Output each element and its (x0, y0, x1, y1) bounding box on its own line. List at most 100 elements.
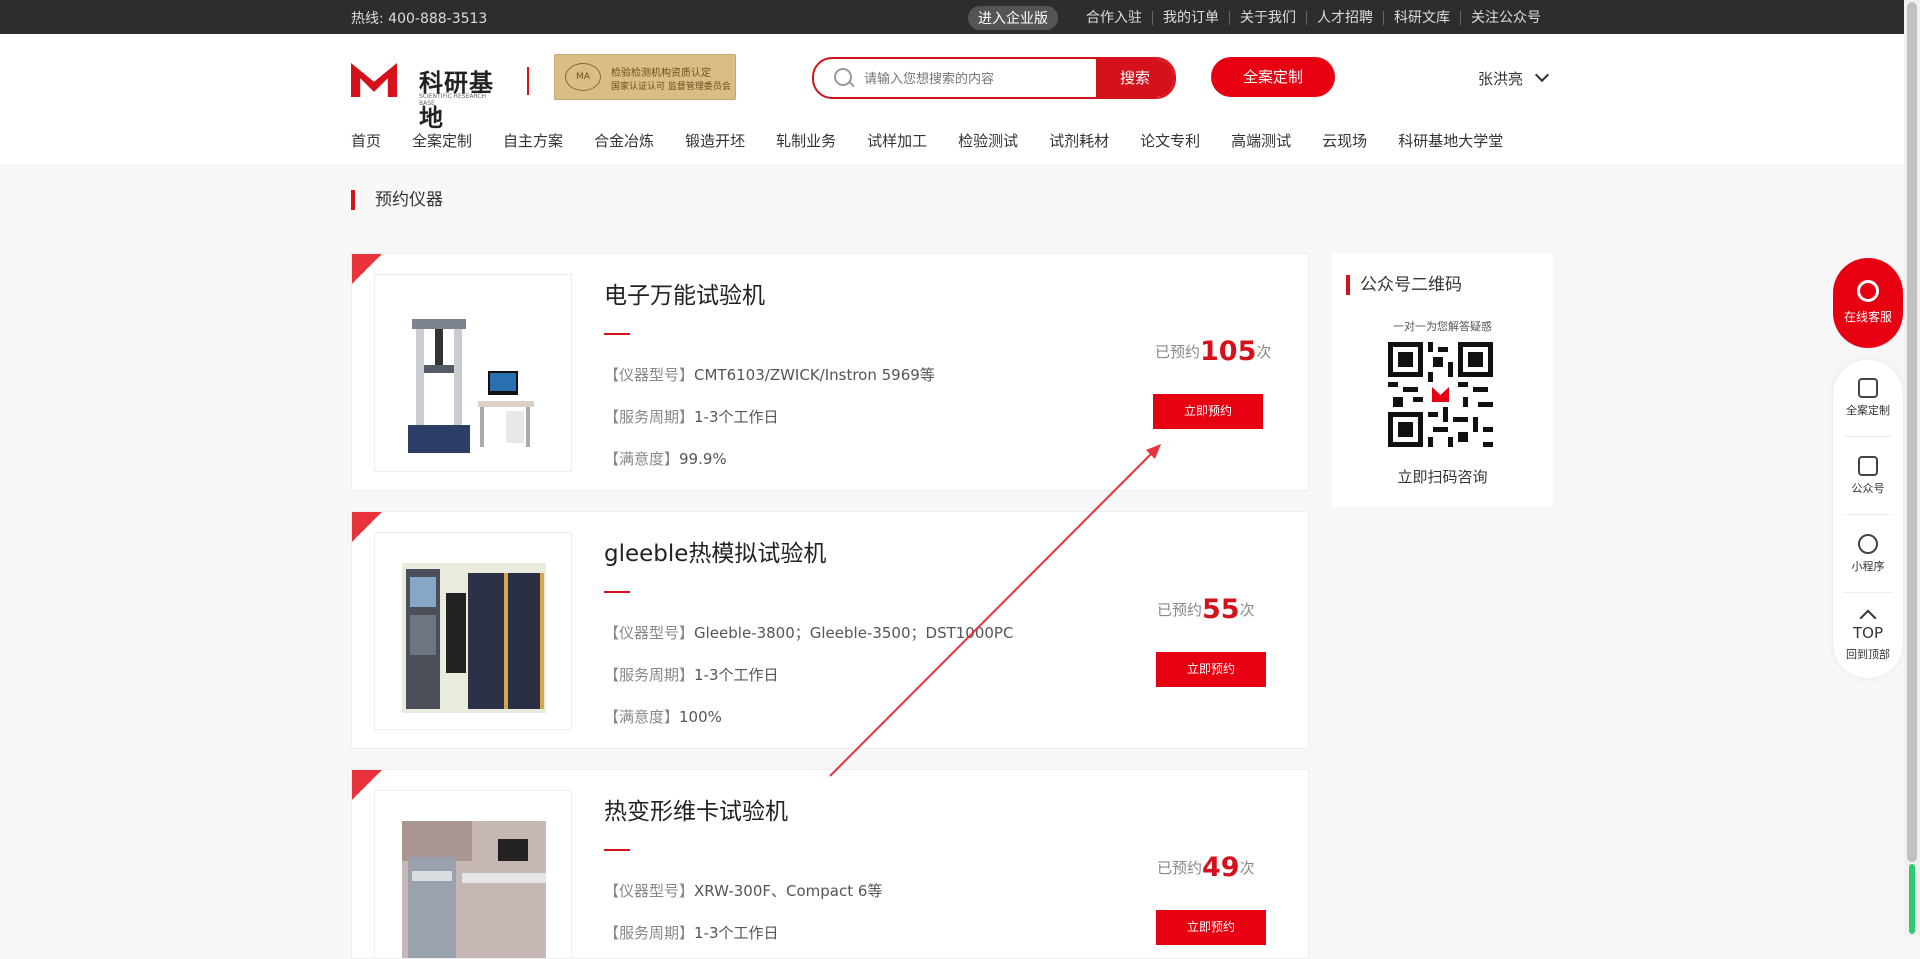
model-value: XRW-300F、Compact 6等 (694, 882, 883, 900)
product-image[interactable] (374, 790, 572, 958)
product-card: HOT 电子万能试验机 【仪器型号】CMT6103/ZWICK/Instron … (351, 253, 1309, 491)
book-now-button[interactable]: 立即预约 (1153, 394, 1263, 429)
period-value: 1-3个工作日 (694, 924, 779, 942)
search-button[interactable]: 搜索 (1096, 59, 1174, 97)
top-bar: 热线: 400-888-3513 进入企业版 合作入驻 我的订单 关于我们 人才… (0, 0, 1904, 34)
product-satisfaction: 【满意度】100% (604, 706, 722, 727)
logo-divider (527, 67, 529, 95)
logo-subtext: SCIENTIFIC RESEARCH BASE (419, 93, 487, 107)
float-item-wechat[interactable]: 公众号 (1833, 456, 1903, 496)
back-to-top-button[interactable]: TOP 回到顶部 (1833, 608, 1903, 662)
nav-item-machining[interactable]: 试样加工 (867, 130, 927, 151)
logo-mark-icon (351, 63, 397, 97)
nav-item-custom[interactable]: 全案定制 (412, 130, 472, 151)
chevron-down-icon (1534, 67, 1550, 83)
satisfaction-label: 【满意度】 (604, 708, 680, 726)
cma-badge-icon: MA (565, 63, 601, 91)
nav-item-academy[interactable]: 科研基地大学堂 (1398, 130, 1503, 151)
product-card: HOT gleeble热模拟试验机 【仪器型号】Gleeble-3800；Gle… (351, 511, 1309, 749)
title-underline (604, 333, 630, 335)
online-service-label: 在线客服 (1843, 310, 1892, 324)
product-name[interactable]: 电子万能试验机 (604, 276, 765, 310)
nav-item-self-plan[interactable]: 自主方案 (503, 130, 563, 151)
qr-code-image (1388, 342, 1493, 447)
product-name[interactable]: gleeble热模拟试验机 (604, 534, 826, 568)
book-now-button[interactable]: 立即预约 (1156, 652, 1266, 687)
nav-item-home[interactable]: 首页 (351, 130, 381, 151)
float-item-custom[interactable]: 全案定制 (1833, 378, 1903, 418)
qr-panel-subtitle: 一对一为您解答疑惑 (1393, 320, 1492, 333)
enterprise-button[interactable]: 进入企业版 (968, 6, 1058, 30)
period-label: 【服务周期】 (604, 666, 695, 684)
float-item-label: 全案定制 (1846, 404, 1890, 417)
period-value: 1-3个工作日 (694, 666, 779, 684)
nav-item-forging[interactable]: 锻造开坯 (685, 130, 745, 151)
top-sublabel: 回到顶部 (1846, 648, 1890, 661)
satisfaction-label: 【满意度】 (604, 450, 680, 468)
site-logo[interactable]: 科研基地 SCIENTIFIC RESEARCH BASE (351, 59, 501, 132)
nav-item-papers[interactable]: 论文专利 (1140, 130, 1200, 151)
float-item-miniprogram[interactable]: 小程序 (1833, 534, 1903, 574)
product-card: HOT 热变形维卡试验机 【仪器型号】XRW-300F、Compact 6等 【… (351, 769, 1309, 959)
nav-item-high-end[interactable]: 高端测试 (1231, 130, 1291, 151)
product-period: 【服务周期】1-3个工作日 (604, 406, 779, 427)
model-label: 【仪器型号】 (604, 882, 695, 900)
nav-item-testing[interactable]: 检验测试 (958, 130, 1018, 151)
custom-plan-button[interactable]: 全案定制 (1211, 57, 1335, 97)
product-image[interactable] (374, 274, 572, 472)
top-link-cooperate[interactable]: 合作入驻 (1076, 11, 1152, 25)
user-menu[interactable]: 张洪亮 (1478, 67, 1550, 89)
period-value: 1-3个工作日 (694, 408, 779, 426)
cma-certificate: MA 检验检测机构资质认定 国家认证认可 监督管理委员会 (554, 54, 736, 100)
float-item-label: 小程序 (1851, 560, 1885, 573)
product-model: 【仪器型号】Gleeble-3800；Gleeble-3500；DST1000P… (604, 622, 1013, 643)
section-title: 预约仪器 (351, 190, 443, 210)
product-period: 【服务周期】1-3个工作日 (604, 664, 779, 685)
online-service-button[interactable]: 在线客服 (1833, 258, 1903, 348)
scrollbar-thumb[interactable] (1907, 2, 1917, 862)
gleeble-machine-image (402, 563, 546, 713)
product-model: 【仪器型号】CMT6103/ZWICK/Instron 5969等 (604, 364, 935, 385)
product-model: 【仪器型号】XRW-300F、Compact 6等 (604, 880, 882, 901)
model-label: 【仪器型号】 (604, 624, 695, 642)
main-nav: 首页 全案定制 自主方案 合金冶炼 锻造开坯 轧制业务 试样加工 检验测试 试剂… (351, 130, 1534, 151)
book-now-button[interactable]: 立即预约 (1156, 910, 1266, 945)
period-label: 【服务周期】 (604, 924, 695, 942)
nav-item-cloud[interactable]: 云现场 (1322, 130, 1367, 151)
model-label: 【仪器型号】 (604, 366, 695, 384)
model-value: Gleeble-3800；Gleeble-3500；DST1000PC (694, 624, 1014, 642)
scroll-indicator (1909, 864, 1915, 934)
search-icon (834, 68, 852, 86)
satisfaction-value: 100% (679, 708, 722, 726)
hotline: 热线: 400-888-3513 (351, 11, 488, 27)
top-link-orders[interactable]: 我的订单 (1152, 11, 1229, 25)
top-link-about[interactable]: 关于我们 (1229, 11, 1306, 25)
title-underline (604, 849, 630, 851)
nav-item-smelting[interactable]: 合金冶炼 (594, 130, 654, 151)
nav-item-reagents[interactable]: 试剂耗材 (1049, 130, 1109, 151)
product-image[interactable] (374, 532, 572, 730)
search-input[interactable] (862, 59, 1096, 97)
top-link-library[interactable]: 科研文库 (1383, 11, 1460, 25)
qr-panel-caption: 立即扫码咨询 (1397, 468, 1488, 486)
top-link-follow[interactable]: 关注公众号 (1460, 11, 1551, 25)
cert-line-1: 检验检测机构资质认定 (611, 68, 711, 79)
top-label: TOP (1852, 624, 1883, 642)
top-links: 进入企业版 合作入驻 我的订单 关于我们 人才招聘 科研文库 关注公众号 (968, 6, 1551, 30)
edit-document-icon (1858, 378, 1878, 398)
top-link-jobs[interactable]: 人才招聘 (1306, 11, 1383, 25)
nav-item-rolling[interactable]: 轧制业务 (776, 130, 836, 151)
site-header: 科研基地 SCIENTIFIC RESEARCH BASE MA 检验检测机构资… (0, 34, 1904, 164)
booked-count: 已预约105次 (1155, 336, 1272, 367)
page-scrollbar[interactable] (1904, 0, 1920, 936)
satisfaction-value: 99.9% (679, 450, 727, 468)
float-item-label: 公众号 (1851, 482, 1885, 495)
headset-icon (1857, 280, 1879, 302)
product-period: 【服务周期】1-3个工作日 (604, 922, 779, 943)
title-underline (604, 591, 630, 593)
product-name[interactable]: 热变形维卡试验机 (604, 792, 788, 826)
universal-testing-machine-image (408, 319, 534, 453)
qr-panel-title: 公众号二维码 (1346, 275, 1462, 295)
search-box: 搜索 (812, 57, 1176, 99)
mini-program-icon (1858, 534, 1878, 554)
